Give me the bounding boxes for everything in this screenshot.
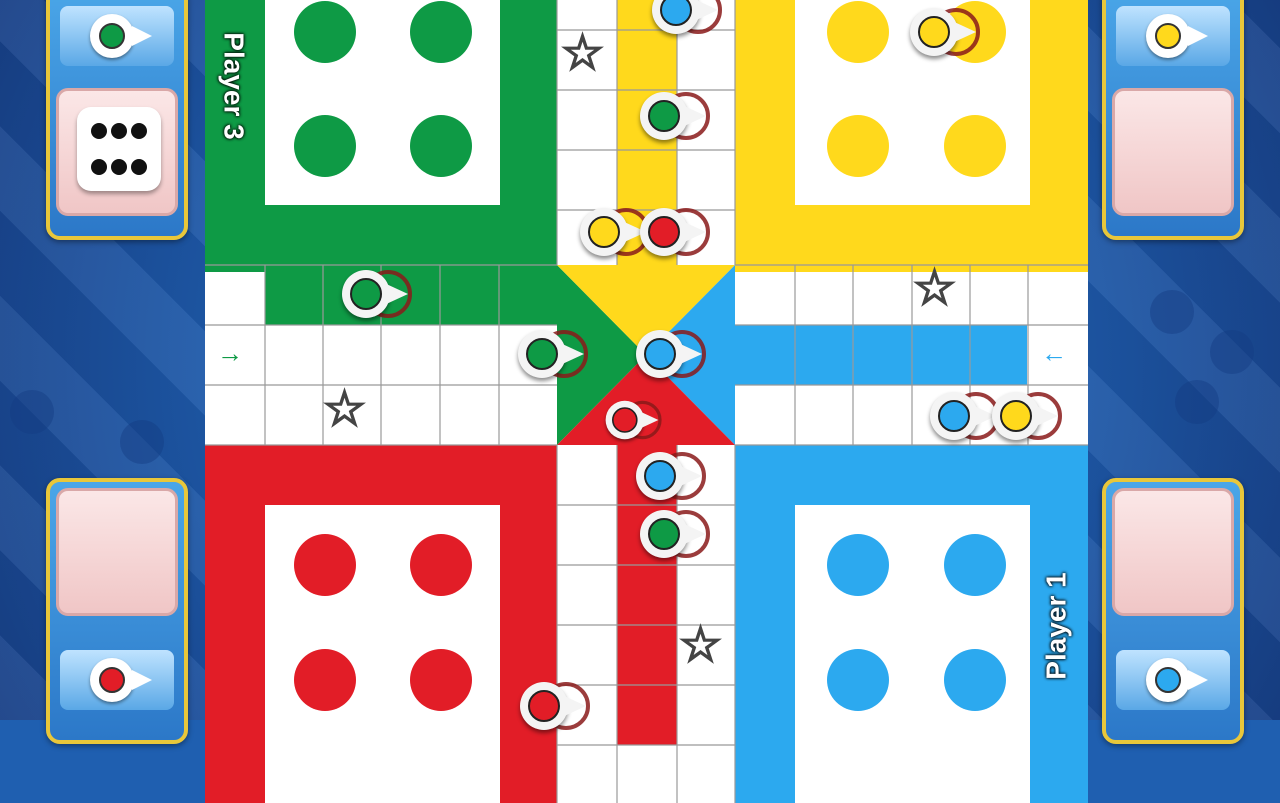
bg-decoration <box>120 420 164 464</box>
safe-star-icon: ☆ <box>912 262 957 315</box>
dice-icon[interactable] <box>77 107 161 191</box>
dice-box[interactable] <box>56 88 178 216</box>
safe-star-icon: ☆ <box>678 619 723 672</box>
green-pawn[interactable] <box>640 88 710 144</box>
safe-star-icon: ☆ <box>560 27 605 80</box>
green-pawn[interactable] <box>342 266 412 322</box>
yellow-pawn[interactable] <box>580 204 650 260</box>
dice-box[interactable] <box>1112 488 1234 616</box>
bg-decoration <box>10 390 54 434</box>
red-pawn[interactable] <box>605 398 662 443</box>
player-panel-green <box>46 0 188 240</box>
pawn-icon <box>90 14 152 58</box>
safe-star-icon: ☆ <box>322 383 367 436</box>
yellow-pawn[interactable] <box>992 388 1062 444</box>
start-arrow-icon: ← <box>1041 338 1067 368</box>
green-pawn[interactable] <box>640 506 710 562</box>
green-pawn[interactable] <box>518 326 588 382</box>
player-avatar-tab <box>1116 650 1230 710</box>
pawn-icon <box>90 658 152 702</box>
dice-box[interactable] <box>1112 88 1234 216</box>
pawn-icon <box>1146 14 1208 58</box>
dice-box[interactable] <box>56 488 178 616</box>
blue-pawn[interactable] <box>652 0 722 38</box>
player-1-label: Player 1 <box>1040 572 1072 680</box>
bg-decoration <box>1210 330 1254 374</box>
blue-pawn[interactable] <box>930 388 1000 444</box>
player-avatar-tab <box>60 650 174 710</box>
bg-decoration <box>1150 290 1194 334</box>
start-arrow-icon: → <box>217 338 243 368</box>
player-avatar-tab <box>60 6 174 66</box>
player-panel-blue <box>1102 478 1244 744</box>
red-pawn[interactable] <box>520 678 590 734</box>
blue-pawn[interactable] <box>636 326 706 382</box>
player-3-label: Player 3 <box>218 32 250 140</box>
red-pawn[interactable] <box>640 204 710 260</box>
blue-pawn[interactable] <box>636 448 706 504</box>
pawn-icon <box>1146 658 1208 702</box>
player-panel-red <box>46 478 188 744</box>
bg-decoration <box>1175 380 1219 424</box>
player-avatar-tab <box>1116 6 1230 66</box>
player-panel-yellow <box>1102 0 1244 240</box>
yellow-pawn[interactable] <box>910 4 980 60</box>
